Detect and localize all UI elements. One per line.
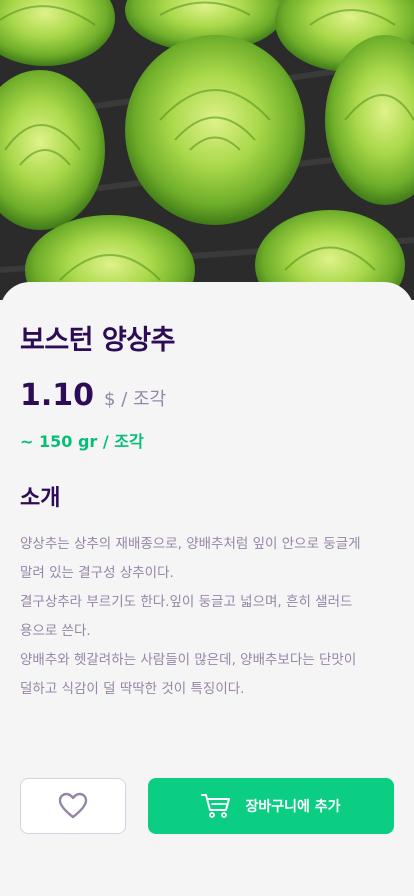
heart-icon (58, 792, 88, 819)
cart-icon (201, 793, 231, 819)
description-line: 용으로 쓴다. (20, 623, 91, 639)
favorite-button[interactable] (20, 778, 126, 834)
product-description: 양상추는 상추의 재배종으로, 양배추처럼 잎이 안으로 둥글게 말려 있는 결… (20, 530, 396, 704)
product-detail-screen: 보스턴 양상추 1.10 $ / 조각 ~ 150 gr / 조각 소개 양상추… (0, 0, 414, 896)
product-hero-image (0, 0, 414, 300)
price-unit: $ / 조각 (104, 389, 167, 410)
add-to-cart-button[interactable]: 장바구니에 추가 (148, 778, 394, 834)
price-row: 1.10 $ / 조각 (20, 378, 166, 413)
product-weight: ~ 150 gr / 조각 (20, 432, 144, 451)
description-line: 양상추는 상추의 재배종으로, 양배추처럼 잎이 안으로 둥글게 (20, 536, 361, 552)
add-to-cart-label: 장바구니에 추가 (245, 799, 341, 815)
product-title: 보스턴 양상추 (20, 325, 175, 356)
product-price: 1.10 (20, 378, 95, 413)
description-line: 결구상추라 부르기도 한다.잎이 둥글고 넓으며, 흔히 샐러드 (20, 594, 353, 610)
description-line: 양배추와 헷갈려하는 사람들이 많은데, 양배추보다는 단맛이 (20, 652, 357, 668)
description-line: 덜하고 식감이 덜 딱딱한 것이 특징이다. (20, 681, 245, 697)
product-info-sheet: 보스턴 양상추 1.10 $ / 조각 ~ 150 gr / 조각 소개 양상추… (0, 282, 414, 896)
description-title: 소개 (20, 486, 61, 511)
lettuce-photo (0, 0, 414, 300)
description-line: 말려 있는 결구성 상추이다. (20, 565, 174, 581)
